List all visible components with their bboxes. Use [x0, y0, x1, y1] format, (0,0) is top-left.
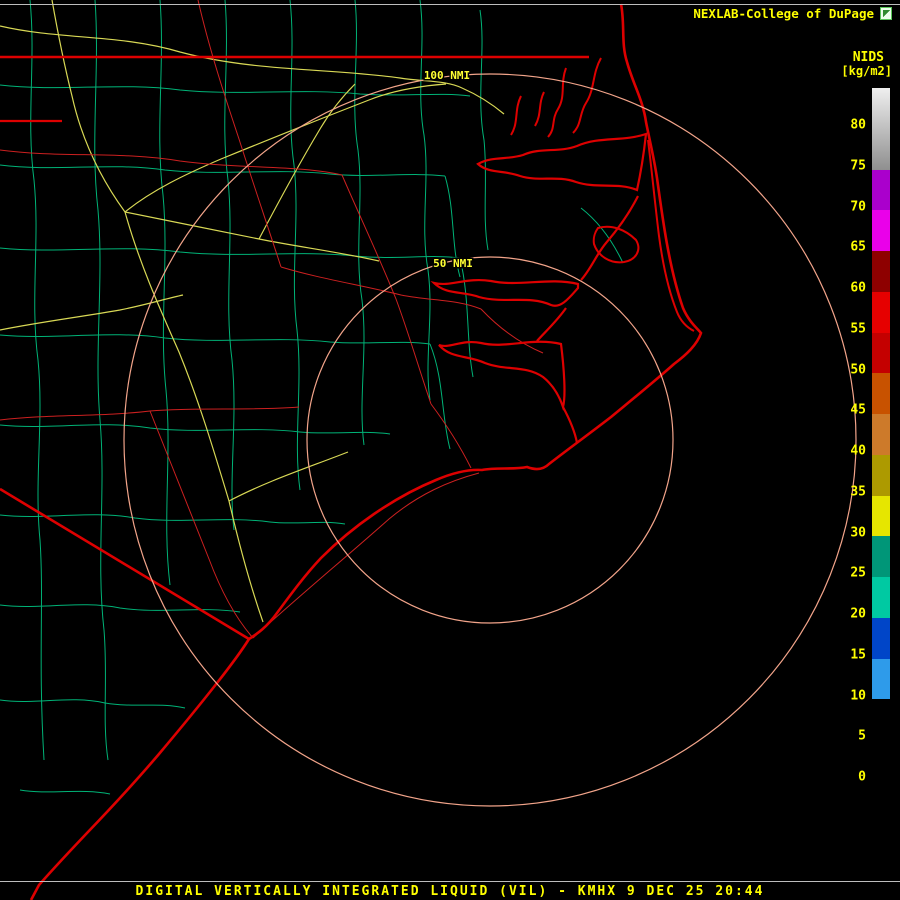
colorbar-tick-label: 40: [850, 443, 866, 459]
county-lines-layer: [0, 0, 624, 795]
radar-display: 100 NMI 50 NMI NEXLAB-College of DuPage …: [0, 0, 900, 900]
colorbar-segment: [872, 699, 890, 740]
colorbar-tick-label: 0: [858, 769, 866, 785]
colorbar-segment: [872, 373, 890, 414]
state-border-south: [0, 487, 250, 641]
colorbar-tick-label: 35: [850, 484, 866, 500]
colorbar-tick-label: 30: [850, 525, 866, 540]
colorbar-segment: [872, 577, 890, 618]
shore-connector: [536, 307, 567, 342]
sound-west-shore: [580, 195, 639, 281]
colorbar-tick-label: 45: [850, 402, 866, 418]
colorbar-tick-label: 50: [850, 362, 866, 377]
colorbar-segment: [872, 658, 890, 700]
colorbar-segment: [872, 617, 890, 659]
roads-layer: [0, 0, 505, 623]
range-ring-label-100: 100 NMI: [424, 69, 470, 82]
bottom-divider: [0, 881, 900, 882]
albemarle-sound: [476, 132, 648, 192]
coastline-path: [29, 3, 703, 900]
river-north-2: [547, 67, 567, 138]
colorbar-segment: [872, 291, 890, 333]
college-of-dupage-logo-icon: [880, 7, 892, 20]
colorbar-segment: [872, 536, 890, 577]
colorbar-tick-label: 75: [850, 158, 866, 174]
colorbar-segment: [872, 414, 890, 455]
range-ring-label-50: 50 NMI: [433, 257, 473, 270]
colorbar-scale: [872, 88, 890, 781]
colorbar-ticks: 80 75 70 65 60 55 50 45 40 35 30 25 20 15 10 5 0: [838, 0, 866, 900]
colorbar-tick-label: 25: [850, 565, 866, 581]
colorbar-segment: [872, 495, 890, 537]
colorbar-tick-label: 55: [850, 321, 866, 337]
colorbar-segment: [872, 332, 890, 374]
highways-layer: [0, 0, 544, 639]
colorbar-tick-label: 65: [850, 239, 866, 255]
neuse-river: [438, 340, 566, 411]
river-north-4: [510, 95, 522, 136]
river-north-1: [572, 57, 602, 134]
colorbar-tick-label: 15: [850, 647, 866, 663]
colorbar-tick-label: 80: [850, 117, 866, 133]
range-ring-50nmi: [306, 256, 674, 624]
river-north-3: [534, 91, 545, 127]
colorbar-segment: [872, 88, 890, 170]
colorbar-segment: [872, 210, 890, 251]
coastline-layer: [0, 3, 703, 900]
colorbar-tick-label: 20: [850, 606, 866, 622]
top-divider: [0, 4, 900, 5]
colorbar-tick-label: 10: [850, 688, 866, 703]
colorbar-segment: [872, 169, 890, 211]
colorbar-tick-label: 60: [850, 280, 866, 296]
colorbar-tick-label: 5: [858, 728, 866, 744]
range-ring-100nmi: [123, 73, 857, 807]
radar-map: 100 NMI 50 NMI: [0, 0, 857, 900]
product-caption: DIGITAL VERTICALLY INTEGRATED LIQUID (VI…: [135, 884, 765, 899]
colorbar-segment: [872, 740, 890, 781]
colorbar-segment: [872, 454, 890, 496]
colorbar-tick-label: 70: [850, 199, 866, 214]
neuse-mouth: [562, 406, 579, 444]
colorbar-segment: [872, 251, 890, 292]
range-rings-layer: [123, 73, 857, 807]
